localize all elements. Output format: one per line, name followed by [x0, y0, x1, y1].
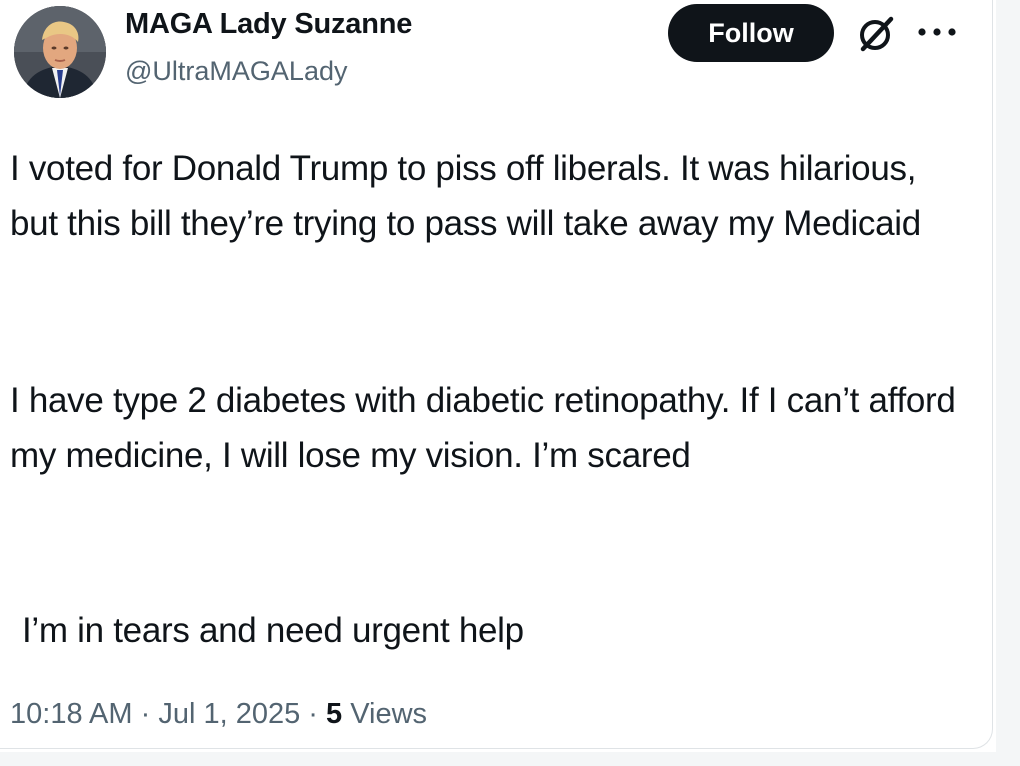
meta-separator: ·: [140, 698, 151, 730]
grok-icon[interactable]: [854, 12, 898, 56]
views-label: Views: [350, 698, 428, 730]
page-background-bottom: [0, 752, 1020, 766]
post-metadata: 10:18 AM · Jul 1, 2025 · 5 Views: [10, 698, 427, 731]
author-display-name[interactable]: MAGA Lady Suzanne: [125, 8, 412, 41]
author-handle[interactable]: @UltraMAGALady: [125, 56, 347, 87]
meta-separator: ·: [308, 698, 318, 730]
post-paragraph: I voted for Donald Trump to piss off lib…: [10, 149, 921, 243]
more-options-icon[interactable]: [912, 20, 962, 44]
views-count: 5: [326, 698, 343, 730]
page-background-edge: [996, 0, 1020, 766]
post-card: MAGA Lady Suzanne @UltraMAGALady Follow …: [0, 0, 993, 749]
follow-button[interactable]: Follow: [668, 4, 834, 62]
profile-photo-icon: [14, 6, 106, 98]
post-date[interactable]: Jul 1, 2025: [158, 698, 300, 730]
post-paragraph: I’m in tears and need urgent help: [22, 611, 524, 650]
author-avatar[interactable]: [14, 6, 106, 98]
post-paragraph: I have type 2 diabetes with diabetic ret…: [10, 381, 956, 475]
post-time[interactable]: 10:18 AM: [10, 698, 133, 730]
